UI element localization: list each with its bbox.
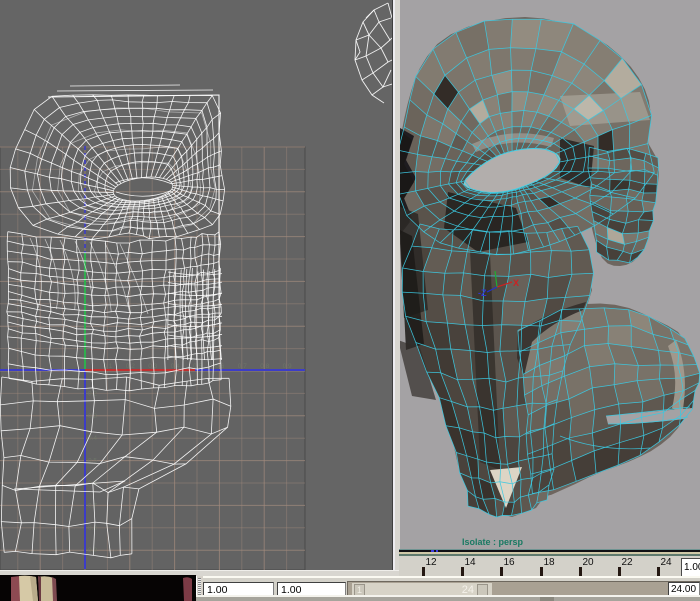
svg-text:X: X: [513, 278, 519, 288]
svg-text:-Z: -Z: [478, 288, 487, 298]
svg-text:0.4: 0.4: [171, 363, 180, 370]
svg-text:0.9: 0.9: [88, 547, 97, 554]
svg-text:0.3: 0.3: [148, 363, 157, 370]
svg-text:0.8: 0.8: [260, 363, 269, 370]
svg-text:0.7: 0.7: [238, 363, 247, 370]
svg-text:0.9: 0.9: [283, 363, 292, 370]
svg-text:0.8: 0.8: [88, 525, 97, 532]
svg-text:0.7: 0.7: [88, 502, 97, 509]
svg-text:0.2: 0.2: [88, 390, 97, 397]
